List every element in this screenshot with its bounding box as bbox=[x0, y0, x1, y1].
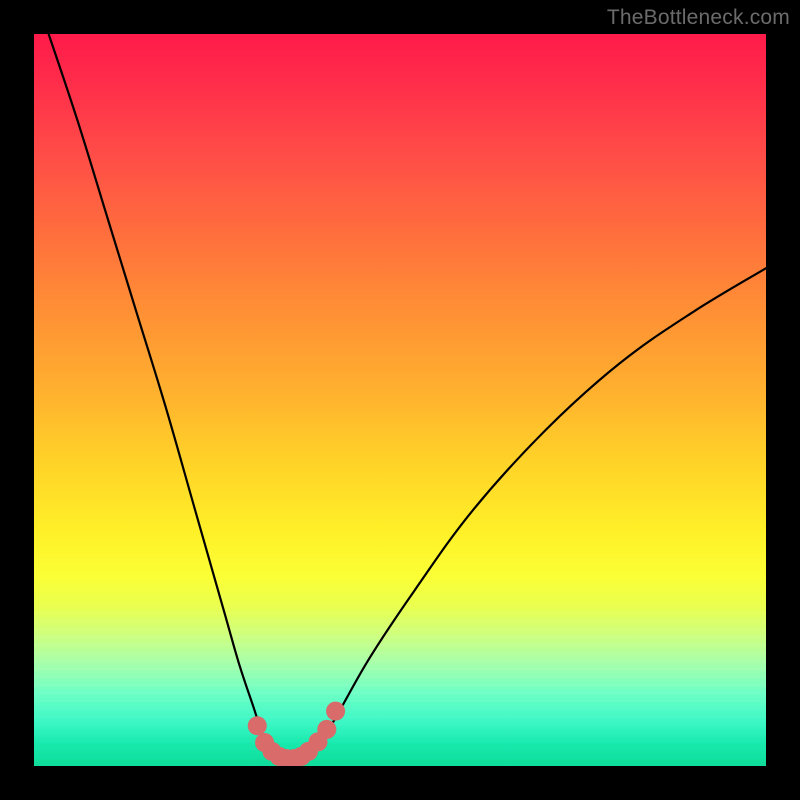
highlight-dots bbox=[248, 702, 345, 766]
highlight-dot bbox=[248, 716, 267, 735]
bottleneck-curve bbox=[49, 34, 766, 759]
chart-frame: TheBottleneck.com bbox=[0, 0, 800, 800]
highlight-dot bbox=[326, 702, 345, 721]
watermark-text: TheBottleneck.com bbox=[607, 6, 790, 30]
highlight-dot bbox=[317, 720, 336, 739]
plot-area bbox=[34, 34, 766, 766]
curve-layer bbox=[34, 34, 766, 766]
